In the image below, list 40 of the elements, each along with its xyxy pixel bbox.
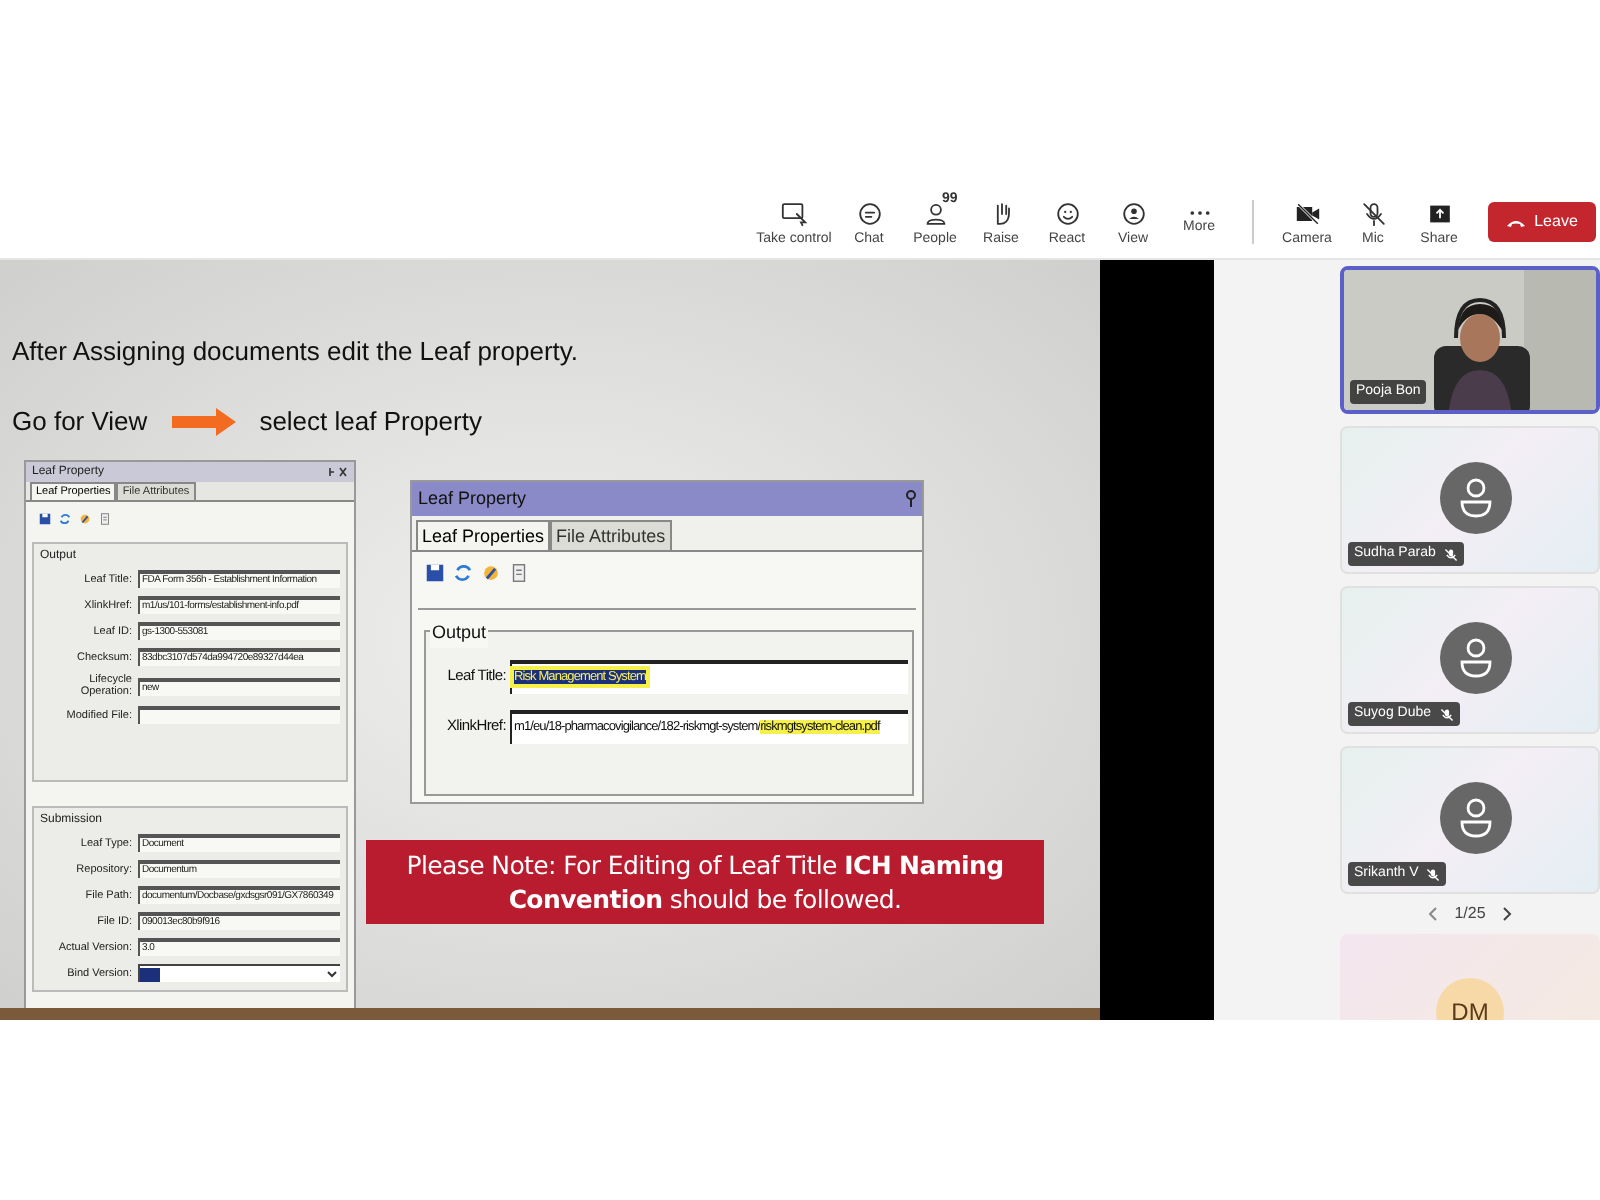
chat-icon xyxy=(855,199,883,227)
save-icon[interactable] xyxy=(38,512,52,527)
hang-up-icon xyxy=(1506,217,1527,227)
document-icon[interactable] xyxy=(508,562,530,584)
note-text: Please Note: For Editing of Leaf Title ICH Naming Convention should be followed. xyxy=(404,848,1006,916)
avatar-icon xyxy=(1440,782,1512,854)
initials-avatar: DM xyxy=(1436,978,1504,1020)
dialog-title: Leaf Property xyxy=(418,485,527,512)
mic-off-icon xyxy=(1359,199,1387,227)
people-icon xyxy=(921,199,949,227)
save-icon[interactable] xyxy=(424,562,446,584)
page-indicator: 1/25 xyxy=(1454,902,1486,926)
tab[interactable]: Leaf Properties xyxy=(416,520,551,550)
previous-icon[interactable] xyxy=(1426,906,1439,922)
more-icon xyxy=(1189,210,1209,216)
tab[interactable]: File Attributes xyxy=(550,520,672,550)
refresh-icon[interactable] xyxy=(58,512,72,527)
camera-off-icon xyxy=(1293,199,1321,227)
pin-icon[interactable] xyxy=(906,490,916,508)
smiley-icon xyxy=(1053,199,1081,227)
document-icon[interactable] xyxy=(98,512,112,527)
refresh-icon[interactable] xyxy=(452,562,474,584)
avatar-icon xyxy=(1440,622,1512,694)
text-field[interactable] xyxy=(138,706,340,725)
pin-close-icon[interactable] xyxy=(328,466,348,478)
avatar-icon xyxy=(1440,462,1512,534)
bind-version-select[interactable] xyxy=(138,964,340,983)
take-control-icon xyxy=(780,199,808,227)
step-text: select leaf Property xyxy=(259,404,482,440)
view-icon xyxy=(1119,199,1147,227)
arrow-icon xyxy=(171,407,236,436)
dropdown-icon[interactable] xyxy=(326,968,338,981)
step-text: Go for View xyxy=(12,404,148,440)
link-icon[interactable] xyxy=(480,562,502,584)
next-icon[interactable] xyxy=(1501,906,1514,922)
link-icon[interactable] xyxy=(78,512,92,527)
group-title: Output xyxy=(430,620,489,647)
leave-button[interactable]: Leave xyxy=(1488,202,1596,242)
selection-highlight xyxy=(140,967,160,982)
slide-heading: After Assigning documents edit the Leaf property. xyxy=(12,334,579,370)
